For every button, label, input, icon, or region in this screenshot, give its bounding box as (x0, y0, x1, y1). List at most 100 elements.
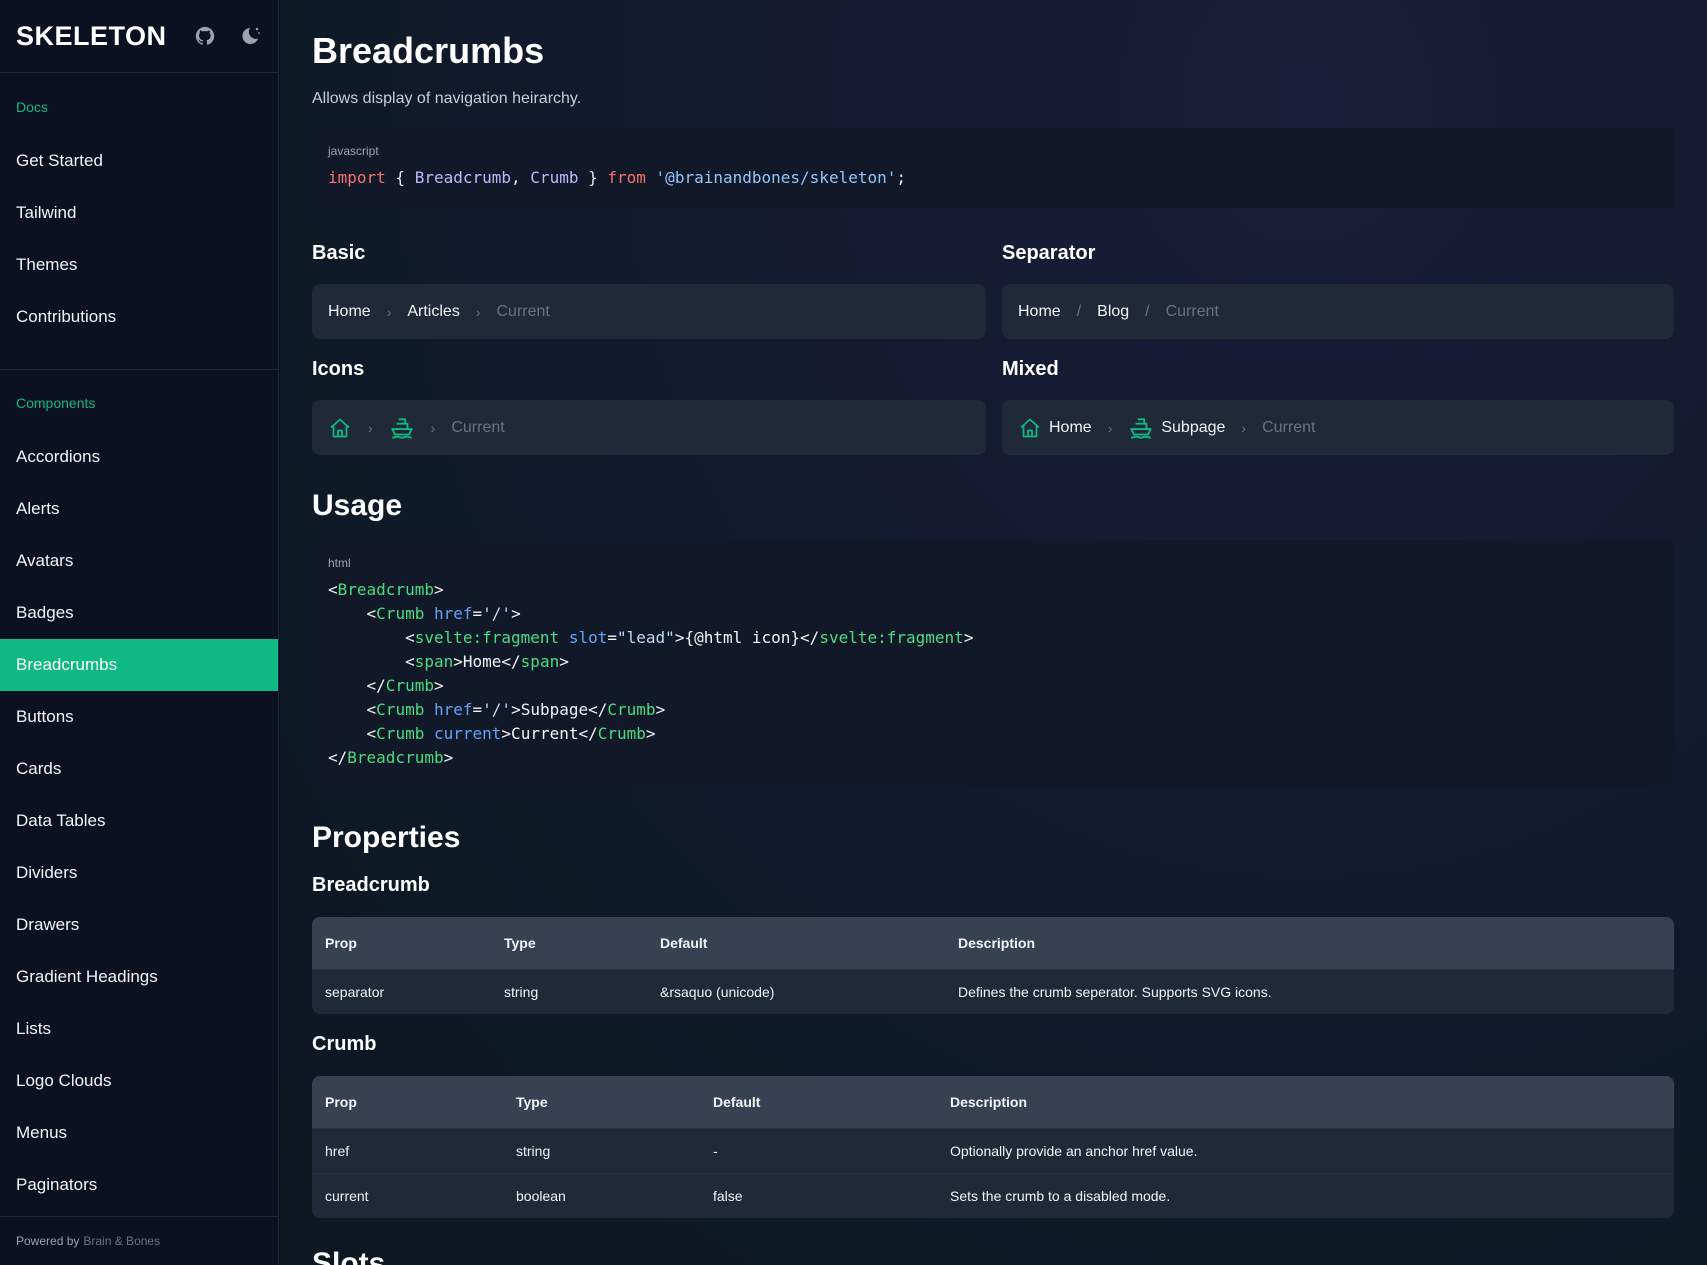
crumb-home[interactable]: Home (328, 303, 371, 321)
sidebar-item-alerts[interactable]: Alerts (0, 483, 278, 535)
icons-example-title: Icons (312, 358, 365, 380)
crumb-separator: › (475, 303, 481, 320)
sidebar-footer: Powered by Brain & Bones (0, 1216, 278, 1265)
table-header-prop: Prop (312, 917, 491, 969)
code-token: import (328, 168, 386, 187)
sidebar-item-lists[interactable]: Lists (0, 1003, 278, 1055)
sidebar-item-gradient-headings[interactable]: Gradient Headings (0, 951, 278, 1003)
table-header-row: Prop Type Default Description (312, 1076, 1674, 1128)
sidebar-item-cards[interactable]: Cards (0, 743, 278, 795)
separator-example-title: Separator (1002, 242, 1096, 264)
crumb-label: Home (1049, 418, 1092, 436)
mixed-example-title: Mixed (1002, 358, 1059, 380)
code-language-label: javascript (328, 144, 379, 158)
code-line[interactable]: </Breadcrumb> (328, 748, 453, 767)
code-line[interactable]: <Crumb href='/'>Subpage</Crumb> (328, 700, 666, 719)
crumb-articles[interactable]: Articles (407, 303, 459, 321)
crumb-home[interactable]: Home (1018, 303, 1061, 321)
footer-prefix: Powered by (16, 1234, 80, 1248)
breadcrumb-props-table: Prop Type Default Description separator … (312, 917, 1674, 1014)
table-header-default: Default (647, 917, 945, 969)
table-cell: separator (312, 969, 491, 1014)
brand-logo[interactable]: SKELETON (16, 21, 167, 52)
table-row: href string - Optionally provide an anch… (312, 1128, 1674, 1173)
code-language-label: html (328, 556, 351, 570)
crumb-separator: › (1107, 419, 1113, 436)
code-token: Crumb (530, 168, 579, 187)
table-header-type: Type (491, 917, 647, 969)
code-token: { (385, 168, 415, 187)
sidebar-item-buttons[interactable]: Buttons (0, 691, 278, 743)
crumb-blog[interactable]: Blog (1097, 303, 1129, 321)
code-line[interactable]: <Crumb href='/'> (328, 604, 521, 623)
github-icon[interactable] (194, 25, 216, 47)
home-icon[interactable] (328, 416, 352, 440)
code-token: } (578, 168, 608, 187)
table-row: separator string &rsaquo (unicode) Defin… (312, 969, 1674, 1014)
basic-example-title: Basic (312, 242, 366, 264)
docs-section-label: Docs (16, 99, 48, 115)
table-cell: boolean (503, 1173, 700, 1218)
table-cell: current (312, 1173, 503, 1218)
sidebar-item-avatars[interactable]: Avatars (0, 535, 278, 587)
table-header-prop: Prop (312, 1076, 503, 1128)
brand-bar: SKELETON (0, 0, 278, 73)
components-section-label: Components (16, 395, 96, 411)
crumb-home[interactable]: Home (1018, 416, 1092, 440)
crumb-props-table: Prop Type Default Description href strin… (312, 1076, 1674, 1218)
import-code-block: javascript import { Breadcrumb, Crumb } … (312, 128, 1674, 208)
sidebar-item-dividers[interactable]: Dividers (0, 847, 278, 899)
moon-icon[interactable] (238, 24, 262, 48)
import-code-line[interactable]: import { Breadcrumb, Crumb } from '@brai… (328, 168, 906, 187)
crumb-separator: / (1076, 302, 1082, 320)
basic-breadcrumb: Home › Articles › Current (312, 284, 986, 339)
sidebar-item-accordions[interactable]: Accordions (0, 431, 278, 483)
crumb-separator: / (1145, 302, 1150, 320)
crumb-current: Current (496, 302, 550, 320)
code-line[interactable]: <Crumb current>Current</Crumb> (328, 724, 656, 743)
sidebar-item-tailwind[interactable]: Tailwind (0, 187, 278, 239)
ship-icon[interactable] (389, 415, 415, 441)
crumb-current: Current (1262, 418, 1316, 436)
sidebar-item-logo-clouds[interactable]: Logo Clouds (0, 1055, 278, 1107)
sidebar-item-contributions[interactable]: Contributions (0, 291, 278, 343)
crumb-label: Subpage (1161, 418, 1226, 436)
crumb-subpage[interactable]: Subpage (1128, 415, 1225, 441)
header-icons (194, 24, 262, 48)
table-cell: string (503, 1128, 700, 1173)
sidebar-item-breadcrumbs[interactable]: Breadcrumbs (0, 639, 278, 691)
code-line[interactable]: <Breadcrumb> (328, 580, 444, 599)
crumb-separator: › (430, 419, 436, 436)
sidebar-item-menus[interactable]: Menus (0, 1107, 278, 1159)
crumb-current: Current (451, 418, 505, 436)
separator-breadcrumb: Home / Blog / Current (1002, 284, 1674, 339)
page-subtitle: Allows display of navigation heirarchy. (312, 90, 582, 107)
sidebar-item-badges[interactable]: Badges (0, 587, 278, 639)
properties-title: Properties (312, 821, 461, 854)
table-cell: Sets the crumb to a disabled mode. (937, 1173, 1674, 1218)
icons-breadcrumb: › › Current (312, 400, 986, 455)
sidebar-item-get-started[interactable]: Get Started (0, 135, 278, 187)
footer-brand-link[interactable]: Brain & Bones (83, 1234, 160, 1248)
sidebar-item-drawers[interactable]: Drawers (0, 899, 278, 951)
sidebar-item-data-tables[interactable]: Data Tables (0, 795, 278, 847)
crumb-props-title: Crumb (312, 1033, 377, 1055)
main-content: Breadcrumbs Allows display of navigation… (280, 0, 1707, 1265)
crumb-separator: › (368, 419, 373, 436)
table-cell: Optionally provide an anchor href value. (937, 1128, 1674, 1173)
code-line[interactable]: <svelte:fragment slot="lead">{@html icon… (328, 628, 973, 647)
table-header-description: Description (945, 917, 1674, 969)
sidebar-item-themes[interactable]: Themes (0, 239, 278, 291)
code-line[interactable]: <span>Home</span> (328, 652, 569, 671)
code-line[interactable]: </Crumb> (328, 676, 444, 695)
table-cell: &rsaquo (unicode) (647, 969, 945, 1014)
usage-code-block: html <Breadcrumb> <Crumb href='/'> <svel… (312, 540, 1674, 788)
table-header-row: Prop Type Default Description (312, 917, 1674, 969)
code-token: from (607, 168, 646, 187)
code-token: ; (896, 168, 907, 187)
sidebar-item-paginators[interactable]: Paginators (0, 1159, 278, 1211)
home-icon (1020, 418, 1040, 437)
crumb-separator: › (386, 303, 392, 320)
mixed-breadcrumb: Home › Subpage › Current (1002, 400, 1674, 455)
